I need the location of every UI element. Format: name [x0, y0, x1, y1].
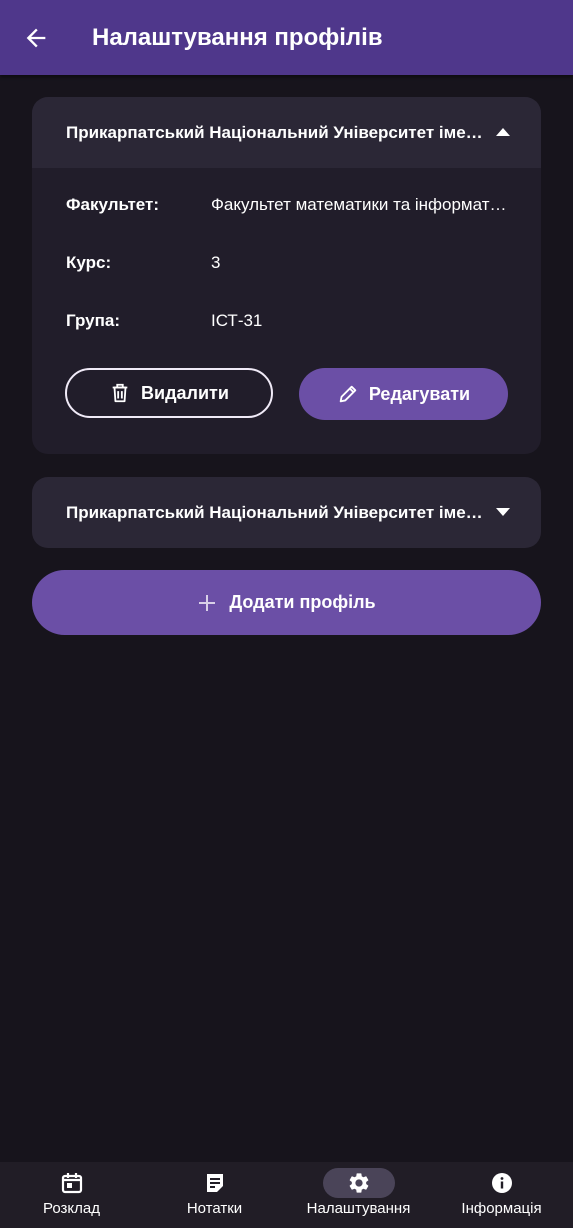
faculty-value: Факультет математики та інформатики	[211, 195, 511, 214]
delete-button-label: Видалити	[141, 382, 229, 403]
nav-notes[interactable]: Нотатки	[143, 1162, 286, 1228]
profile-card-expanded: Прикарпатський Національний Університет …	[32, 97, 541, 454]
nav-settings[interactable]: Налаштування	[287, 1162, 430, 1228]
group-label: Група:	[66, 311, 120, 330]
calendar-icon	[61, 1173, 82, 1194]
nav-info-icon-wrap	[466, 1168, 538, 1198]
nav-schedule-icon-wrap	[36, 1168, 108, 1198]
nav-notes-label: Нотатки	[186, 1200, 243, 1217]
nav-settings-label: Налаштування	[306, 1200, 411, 1217]
collapse-arrow-icon	[496, 128, 510, 136]
gear-icon	[349, 1173, 368, 1193]
add-profile-button[interactable]: Додати профіль	[32, 570, 541, 635]
nav-schedule-label: Розклад	[43, 1200, 100, 1217]
nav-schedule[interactable]: Розклад	[0, 1162, 143, 1228]
profile-name: Прикарпатський Національний Університет …	[66, 503, 486, 522]
expand-arrow-icon	[496, 508, 510, 516]
profile-card-collapsed[interactable]: Прикарпатський Національний Університет …	[32, 477, 541, 548]
profile-card-header[interactable]: Прикарпатський Національний Університет …	[32, 97, 541, 168]
nav-info-label: Інформація	[461, 1200, 542, 1217]
app-bar: Налаштування профілів	[0, 0, 573, 75]
pencil-icon	[339, 385, 357, 403]
faculty-label: Факультет:	[66, 195, 160, 214]
edit-button[interactable]: Редагувати	[299, 368, 508, 420]
back-arrow-icon[interactable]	[22, 24, 50, 52]
course-value: 3	[211, 253, 221, 272]
nav-info[interactable]: Інформація	[430, 1162, 573, 1228]
nav-settings-icon-wrap	[322, 1168, 395, 1198]
notes-icon	[206, 1174, 223, 1192]
plus-icon	[199, 594, 216, 611]
page-title: Налаштування профілів	[92, 24, 383, 51]
nav-notes-icon-wrap	[179, 1168, 251, 1198]
bottom-navigation: Розклад Нотатки Налаштування Інформація	[0, 1162, 573, 1228]
add-profile-label: Додати профіль	[229, 592, 376, 612]
course-label: Курс:	[66, 253, 112, 272]
trash-icon	[112, 383, 128, 403]
profile-name: Прикарпатський Національний Університет …	[66, 123, 486, 142]
edit-button-label: Редагувати	[368, 383, 471, 404]
delete-button[interactable]: Видалити	[65, 368, 273, 418]
group-value: ІСТ-31	[211, 311, 263, 330]
info-icon	[491, 1173, 512, 1193]
